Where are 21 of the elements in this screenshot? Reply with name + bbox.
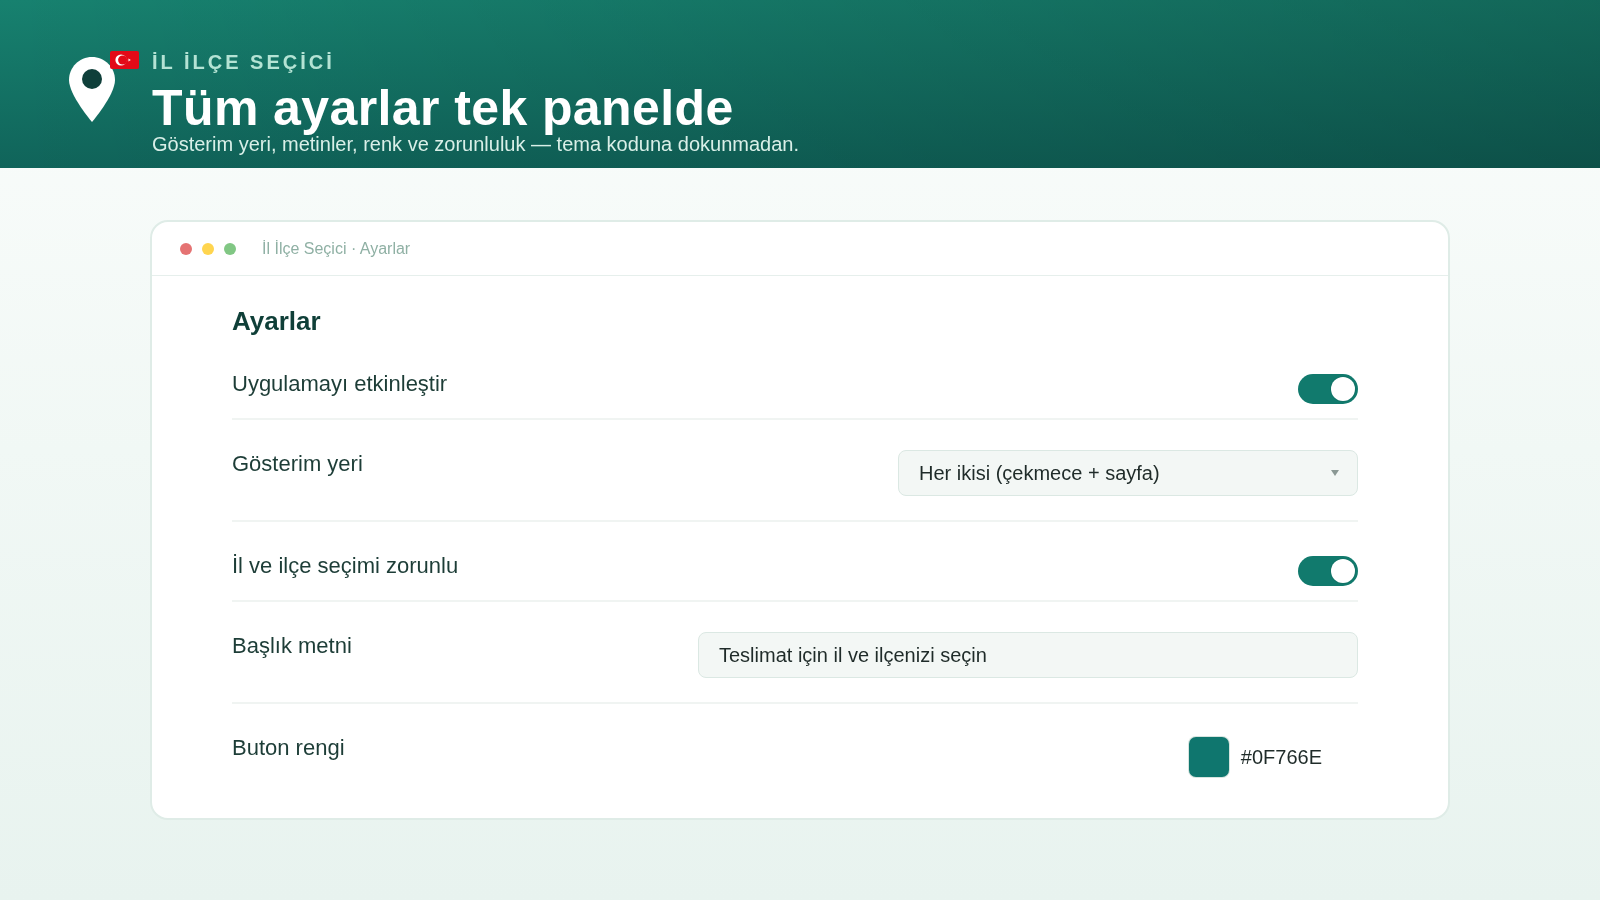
window-dot-icon[interactable] bbox=[180, 242, 192, 255]
window-title: İl İlçe Seçici · Ayarlar bbox=[262, 239, 411, 258]
caret-icon bbox=[1331, 470, 1339, 476]
setting-label: Uygulamayı etkinleştir bbox=[232, 370, 448, 398]
window-dot-icon[interactable] bbox=[224, 242, 236, 255]
setting-label: Gösterim yeri bbox=[232, 450, 363, 478]
eyebrow-text: İL İLÇE SEÇİCİ bbox=[152, 51, 335, 73]
setting-label: İl ve ilçe seçimi zorunlu bbox=[232, 552, 459, 580]
dropdown-select[interactable]: Her ikisi (çekmece + sayfa) bbox=[898, 450, 1358, 496]
flag-icon bbox=[110, 51, 139, 69]
page-title: Tüm ayarlar tek panelde bbox=[152, 83, 734, 133]
window-dot-icon[interactable] bbox=[202, 242, 214, 255]
map-pin-icon bbox=[69, 57, 115, 122]
setting-label: Buton rengi bbox=[232, 734, 345, 762]
toggle-switch[interactable] bbox=[1298, 374, 1358, 404]
setting-label: Başlık metni bbox=[232, 632, 352, 660]
input-field[interactable]: Teslimat için il ve ilçenizi seçin bbox=[698, 632, 1358, 678]
hex-value-text: #0F766E bbox=[1240, 745, 1322, 769]
settings-heading: Ayarlar bbox=[232, 307, 322, 335]
toggle-switch[interactable] bbox=[1298, 556, 1358, 586]
swatch-icon[interactable] bbox=[1188, 737, 1229, 777]
